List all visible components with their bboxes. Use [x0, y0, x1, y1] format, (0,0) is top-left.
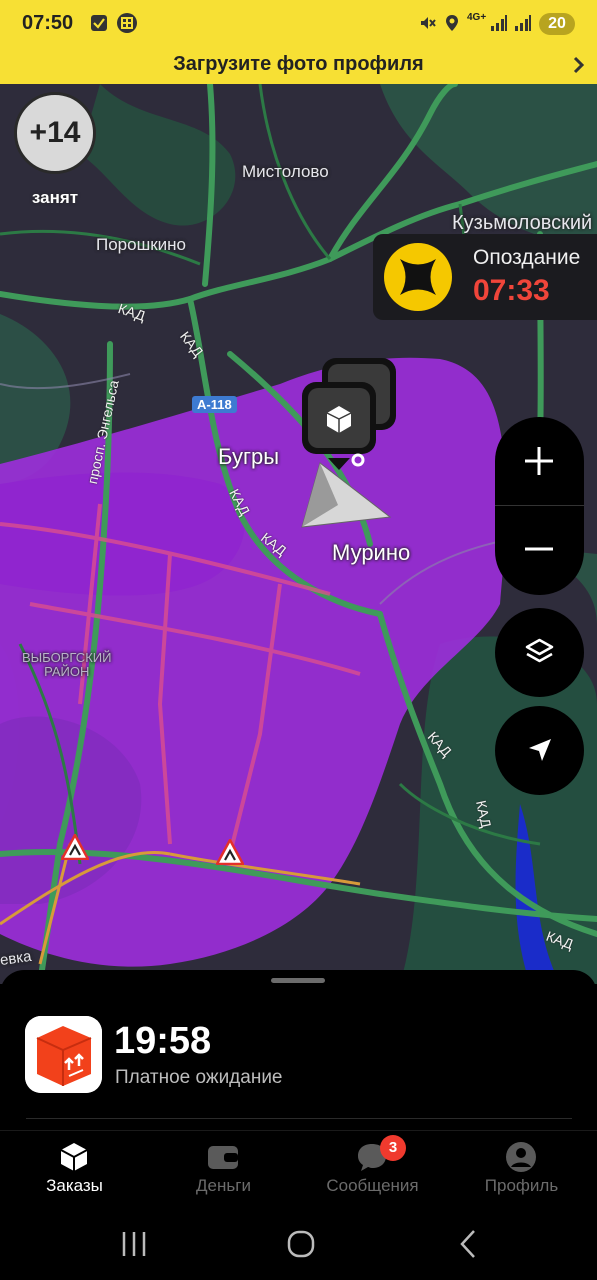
zoom-controls: [495, 417, 584, 595]
delivery-box-icon: [25, 1016, 102, 1093]
wait-timer: 19:58: [114, 1020, 212, 1062]
layers-icon: [525, 638, 554, 663]
current-position-icon: [301, 462, 392, 528]
service-logo-icon: [384, 243, 452, 311]
roadwork-icon: [216, 839, 244, 865]
mute-icon: [421, 17, 436, 29]
tab-messages[interactable]: 3 Сообщения: [298, 1131, 447, 1209]
upload-photo-banner[interactable]: Загрузите фото профиля: [0, 48, 597, 84]
late-title: Опоздание: [473, 246, 581, 269]
location-icon: [446, 15, 458, 31]
status-time: 07:50: [22, 12, 74, 34]
wait-status: Платное ожидание: [115, 1067, 283, 1088]
district-line-1: ВЫБОРГСКИЙ: [22, 650, 112, 665]
sheet-handle[interactable]: [271, 978, 325, 983]
place-mistolovo: Мистолово: [242, 162, 329, 181]
box-icon: [25, 1016, 102, 1093]
status-bar: 07:50 4G+ 20: [0, 0, 597, 48]
late-timer: 07:33: [473, 274, 550, 307]
roadwork-icon: [61, 834, 89, 860]
sheet-divider: [26, 1118, 572, 1119]
orders-box-icon: [60, 1143, 88, 1171]
tab-label: Заказы: [46, 1176, 103, 1195]
tab-profile[interactable]: Профиль: [447, 1131, 596, 1209]
place-murino: Мурино: [332, 540, 411, 565]
tab-money[interactable]: Деньги: [149, 1131, 298, 1209]
district-line-2: РАЙОН: [44, 664, 90, 679]
locate-icon: [529, 739, 551, 761]
tab-label: Профиль: [484, 1176, 559, 1195]
app-notification-icon: [117, 13, 137, 33]
busy-status-label: занят: [31, 188, 79, 207]
place-bugry: Бугры: [218, 444, 280, 469]
busy-counter-button[interactable]: +14: [14, 92, 96, 174]
checklist-icon: [91, 15, 107, 31]
place-kuzmolovsky: Кузьмоловский: [452, 212, 593, 234]
tab-orders[interactable]: Заказы: [0, 1131, 149, 1209]
recent-apps-icon[interactable]: [114, 1226, 154, 1262]
zoom-out-icon[interactable]: [521, 531, 557, 567]
signal-icon: [491, 15, 507, 31]
road-badge-a118: А-118: [192, 396, 237, 413]
network-type: 4G+: [467, 12, 487, 23]
zoom-divider: [495, 505, 584, 506]
layers-button[interactable]: [495, 608, 584, 697]
profile-icon: [506, 1142, 536, 1172]
place-vyborgsky-district: ВЫБОРГСКИЙ РАЙОН: [22, 651, 111, 679]
locate-button[interactable]: [495, 706, 584, 795]
order-pin-icon[interactable]: [300, 356, 400, 476]
tab-label: Деньги: [196, 1176, 251, 1195]
zoom-in-icon[interactable]: [521, 443, 557, 479]
banner-text: Загрузите фото профиля: [173, 53, 424, 75]
back-icon[interactable]: [448, 1226, 488, 1262]
late-card[interactable]: Опоздание 07:33: [373, 234, 597, 320]
map-view[interactable]: Мистолово Кузьмоловский Порошкино Бугры …: [0, 84, 597, 984]
bottom-tab-bar: Заказы Деньги 3 Сообщения Профиль: [0, 1130, 597, 1208]
signal-icon: [515, 15, 531, 31]
tab-label: Сообщения: [326, 1176, 419, 1195]
unread-badge: 3: [380, 1135, 406, 1161]
place-poroshkino: Порошкино: [96, 235, 186, 254]
wallet-icon: [208, 1146, 238, 1169]
battery-icon: 20: [539, 13, 575, 35]
home-icon[interactable]: [281, 1226, 321, 1262]
system-navigation-bar: [0, 1208, 597, 1280]
order-sheet[interactable]: 19:58 Платное ожидание: [0, 970, 597, 1130]
chevron-right-icon: [573, 56, 585, 74]
